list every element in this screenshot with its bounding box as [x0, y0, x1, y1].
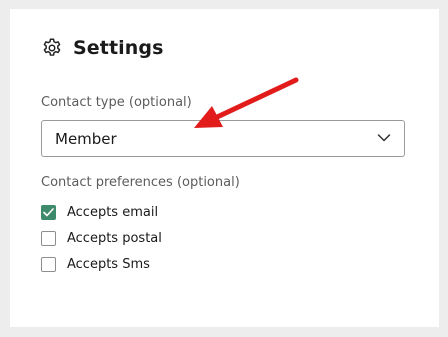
settings-header: Settings	[41, 34, 163, 62]
checkmark-icon	[43, 207, 54, 216]
settings-card: Settings Contact type (optional) Member …	[10, 9, 439, 327]
accepts-postal-checkbox[interactable]	[41, 230, 56, 246]
red-arrow-annotation	[194, 77, 299, 128]
contact-type-label: Contact type (optional)	[41, 95, 192, 110]
accepts-email-checkbox[interactable]	[41, 204, 56, 220]
contact-type-value: Member	[55, 130, 117, 148]
chevron-down-icon	[377, 134, 391, 142]
accepts-postal-label: Accepts postal	[67, 230, 162, 246]
settings-title: Settings	[73, 37, 164, 59]
accepts-email-label: Accepts email	[67, 204, 159, 220]
accepts-sms-checkbox[interactable]	[41, 256, 56, 272]
gear-icon	[43, 38, 61, 56]
contact-preferences-label: Contact preferences (optional)	[41, 175, 240, 190]
accepts-email-row[interactable]: Accepts email	[41, 203, 158, 221]
accepts-sms-label: Accepts Sms	[67, 256, 150, 272]
accepts-postal-row[interactable]: Accepts postal	[41, 229, 162, 247]
accepts-sms-row[interactable]: Accepts Sms	[41, 255, 150, 273]
